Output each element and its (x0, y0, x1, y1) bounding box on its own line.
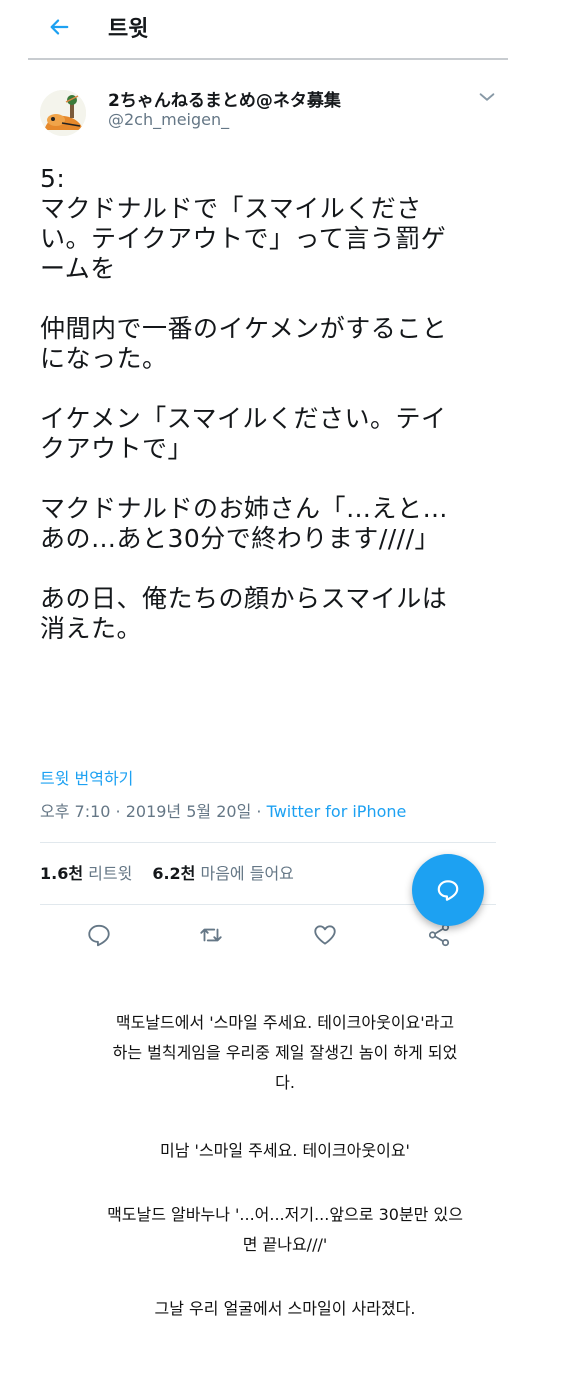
like-label: 마음에 들어요 (195, 864, 294, 883)
avatar[interactable] (40, 90, 86, 136)
page-title: 트윗 (108, 17, 149, 42)
top-bar: 트윗 (0, 0, 570, 58)
back-button[interactable] (44, 12, 76, 44)
retweet-stat[interactable]: 1.6천 리트윗 (40, 864, 132, 883)
display-name[interactable]: 2ちゃんねるまとめ@ネタ募集 (108, 86, 341, 111)
mascot-avatar-image (40, 90, 86, 136)
tweet-author: 2ちゃんねるまとめ@ネタ募集 @2ch_meigen_ (40, 84, 500, 136)
retweet-label: 리트윗 (83, 864, 133, 883)
caption-paragraph: 그날 우리 얼굴에서 스마일이 사라졌다. (154, 1299, 416, 1318)
divider (40, 842, 496, 843)
retweet-button[interactable] (194, 918, 228, 952)
tweet-action-bar (40, 918, 496, 952)
caption-paragraph: 맥도날드 알바누나 '...어...저기...앞으로 30분만 있으 면 끝나요… (107, 1205, 463, 1254)
compose-reply-icon (437, 880, 459, 901)
retweet-icon (200, 928, 222, 942)
reply-icon (88, 924, 110, 947)
like-icon (314, 925, 336, 945)
like-button[interactable] (308, 918, 342, 952)
source-link[interactable]: Twitter for iPhone (267, 802, 407, 821)
retweet-count: 1.6천 (40, 864, 84, 883)
tweet-text: 5: マクドナルドで「スマイルくださ い。テイクアウトで」って言う罰ゲ ームを … (40, 164, 449, 643)
compose-reply-fab[interactable] (412, 854, 484, 926)
like-count: 6.2천 (152, 864, 196, 883)
chevron-down-icon (479, 93, 495, 101)
reply-button[interactable] (82, 918, 116, 952)
caption-paragraph: 맥도날드에서 '스마일 주세요. 테이크아웃이요'라고 하는 벌칙게임을 우리중… (112, 1013, 458, 1092)
tweet-stats: 1.6천 리트윗 6.2천 마음에 들어요 (40, 860, 294, 884)
timestamp-text: 오후 7:10 · 2019년 5월 20일 · (40, 802, 267, 821)
header-divider (28, 58, 508, 60)
user-handle[interactable]: @2ch_meigen_ (108, 110, 229, 129)
tweet-timestamp: 오후 7:10 · 2019년 5월 20일 · Twitter for iPh… (40, 798, 406, 822)
translate-tweet-link[interactable]: 트윗 번역하기 (40, 765, 133, 789)
like-stat[interactable]: 6.2천 마음에 들어요 (152, 864, 294, 883)
more-options-button[interactable] (476, 86, 498, 108)
arrow-left-icon (50, 19, 69, 35)
caption-paragraph: 미남 '스마일 주세요. 테이크아웃이요' (160, 1141, 410, 1160)
